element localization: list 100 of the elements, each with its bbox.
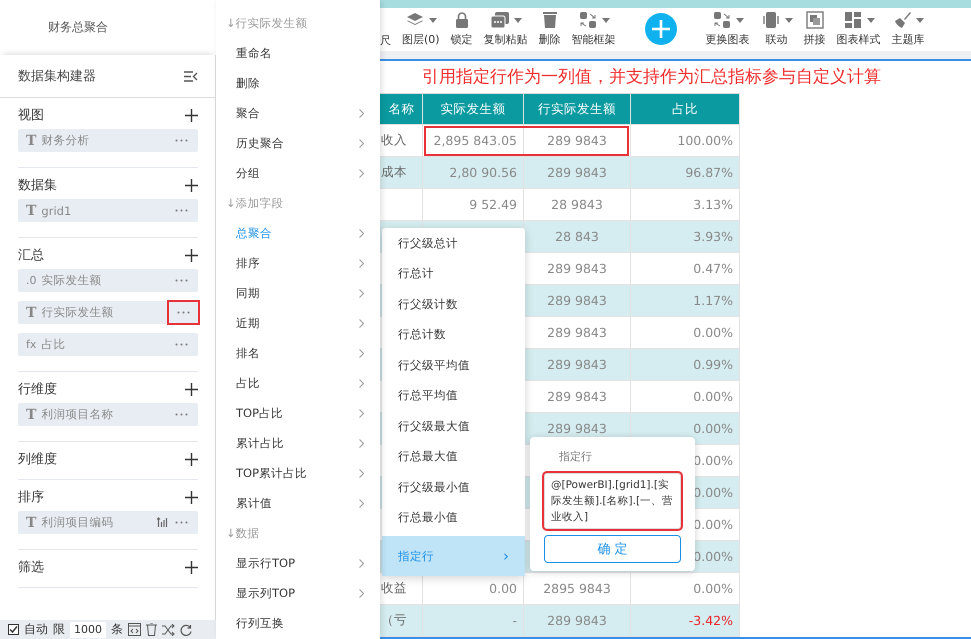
field-label: 占比 <box>41 337 66 352</box>
field-type-label: T <box>26 304 36 320</box>
shuffle-icon[interactable] <box>162 624 175 636</box>
field-label: 财务分析 <box>41 133 90 148</box>
chevron-icon <box>359 588 364 598</box>
more-button[interactable] <box>167 300 200 325</box>
toolbar-button[interactable]: 复制粘贴 <box>484 11 528 48</box>
menu-item[interactable]: 删除 <box>236 76 260 90</box>
submenu-item[interactable]: 行父级计数 <box>382 289 525 320</box>
menu-item[interactable]: 重命名 <box>236 46 272 60</box>
table-cell: 3.13% <box>631 189 740 220</box>
menu-item[interactable]: 占比 <box>236 376 260 390</box>
add-icon[interactable] <box>185 248 198 262</box>
submenu-item[interactable]: 行父级最大值 <box>382 411 525 442</box>
menu-item[interactable]: 近期 <box>236 316 260 330</box>
section-label: 排序 <box>18 489 44 506</box>
refresh-icon[interactable] <box>180 624 192 636</box>
more-icon <box>175 279 188 282</box>
chevron-icon <box>359 408 364 418</box>
field-label: grid1 <box>41 204 72 218</box>
input-field[interactable]: @[PowerBI].[grid1].[实际发生额].[名称].[一、营业收入] <box>544 473 681 529</box>
toolbar-button[interactable]: 拼接 <box>804 11 826 48</box>
field-label: 利润项目名称 <box>41 407 114 422</box>
chevron-icon <box>359 318 364 328</box>
table-cell: （亏 <box>380 605 423 636</box>
submenu-item[interactable]: 行总计 <box>382 258 525 289</box>
toolbar-button[interactable]: 删除 <box>538 11 561 48</box>
menu-item[interactable]: 显示列TOP <box>236 586 296 600</box>
link-icon <box>760 11 781 30</box>
plus-icon <box>650 19 671 40</box>
toolbar-button[interactable]: 尺 <box>380 10 391 48</box>
table-cell: 289 9843 <box>524 605 631 636</box>
table-cell: 0.47% <box>631 253 740 284</box>
chevron-icon <box>359 228 364 238</box>
table-cell: 0.00% <box>631 317 740 348</box>
add-icon[interactable] <box>185 490 198 504</box>
menu-item[interactable]: 累计占比 <box>236 436 284 450</box>
menu-item[interactable]: 历史聚合 <box>236 136 284 150</box>
add-icon[interactable] <box>185 560 198 574</box>
field-type-label: T <box>26 132 36 148</box>
table-cell: 0.00% <box>631 573 740 604</box>
section-label: 行维度 <box>18 381 57 398</box>
menu-item[interactable]: 累计值 <box>236 496 272 510</box>
submenu-item[interactable]: 行总最大值 <box>382 442 525 472</box>
submenu-item[interactable]: 行总最小值 <box>382 502 525 533</box>
column-header: 实际发生额 <box>423 94 524 124</box>
caret-icon <box>514 18 522 23</box>
column-header: 行实际发生额 <box>524 94 631 124</box>
caret-icon <box>916 18 924 23</box>
chevron-icon <box>359 288 364 298</box>
add-icon[interactable] <box>185 178 198 192</box>
menu-item[interactable]: 排序 <box>236 256 260 270</box>
toolbar-button[interactable]: 图表样式 <box>836 11 881 48</box>
table-cell: 1.17% <box>631 285 740 316</box>
more-icon <box>175 209 188 212</box>
menu-item[interactable]: TOP占比 <box>236 406 284 420</box>
field-type-label: T <box>26 514 36 530</box>
more-icon <box>175 521 188 524</box>
submenu-item[interactable]: 行父级最小值 <box>382 472 525 502</box>
field-label: 利润项目编码 <box>41 515 114 530</box>
toolbar-button[interactable]: 锁定 <box>450 11 473 48</box>
collapse-icon[interactable] <box>184 70 198 82</box>
trash-icon[interactable] <box>146 623 157 636</box>
submenu-item[interactable]: 行父级平均值 <box>382 350 525 380</box>
unit-label: 条 <box>111 621 123 638</box>
code-icon[interactable] <box>128 623 141 636</box>
toolbar-button[interactable]: 智能框架 <box>572 11 616 48</box>
table-cell: 9 52.49 <box>423 189 524 220</box>
menu-group-label: ↓数据 <box>226 526 260 540</box>
menu-item[interactable]: 分组 <box>236 166 260 180</box>
add-icon[interactable] <box>185 382 198 396</box>
table-cell: -3.42% <box>631 605 740 636</box>
toolbar-button[interactable]: 主题库 <box>892 11 925 48</box>
menu-item[interactable]: 显示行TOP <box>236 556 296 570</box>
add-icon[interactable] <box>185 108 198 122</box>
auto-checkbox[interactable] <box>8 624 19 635</box>
menu-item[interactable]: 聚合 <box>236 106 260 120</box>
menu-item[interactable]: 行列互换 <box>236 616 284 630</box>
menu-group-label: ↓行实际发生额 <box>226 16 308 30</box>
submenu-item[interactable]: 行父级总计 <box>382 228 525 258</box>
annotation-text: 引用指定行作为一列值，并支持作为汇总指标参与自定义计算 <box>421 66 882 90</box>
popup-title: 指定行 <box>558 449 593 464</box>
chevron-icon <box>359 168 364 178</box>
menu-item[interactable]: 排名 <box>236 346 260 360</box>
sort-icon[interactable] <box>157 517 168 528</box>
submenu-item[interactable]: 行总平均值 <box>382 380 525 411</box>
add-icon[interactable] <box>185 452 198 466</box>
section-label: 列维度 <box>18 451 57 468</box>
menu-item[interactable]: 同期 <box>236 286 260 300</box>
submenu-item[interactable]: 行总计数 <box>382 320 525 350</box>
chevron-icon <box>359 348 364 358</box>
chevron-icon <box>359 558 364 568</box>
toolbar-button[interactable]: 图层(0) <box>402 11 440 48</box>
table-cell: 收入 <box>380 125 423 156</box>
menu-item[interactable]: TOP累计占比 <box>236 466 308 480</box>
toolbar-button[interactable]: 联动 <box>760 11 793 48</box>
limit-field[interactable]: 1000 <box>70 622 106 638</box>
column-header: 名称 <box>380 94 423 124</box>
toolbar-button[interactable]: 更换图表 <box>706 11 750 48</box>
table-cell: 3.93% <box>631 221 740 252</box>
